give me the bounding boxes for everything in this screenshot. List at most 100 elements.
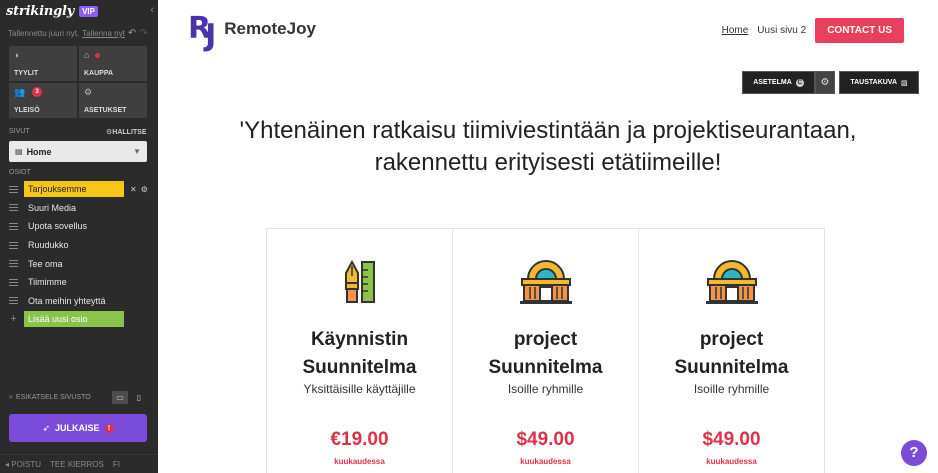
section-label: Ota meihin yhteyttä: [28, 295, 106, 306]
plan-price: $49.00: [702, 429, 761, 450]
layout-label: ASETELMA: [753, 79, 792, 86]
section-item-suuri-media[interactable]: Suuri Media: [9, 199, 154, 218]
plan-name-line-1: Käynnistin: [310, 329, 409, 350]
language-button[interactable]: FI: [113, 460, 120, 469]
headline-line-2: rakennettu erityisesti etätiimeille!: [374, 149, 722, 176]
editor-menu-grid: ◖ TYYLIT ⌂ KAUPPA 👥 3 YLEISÖ ⚙ ASETUKSET: [9, 46, 147, 118]
settings-label: ASETUKSET: [84, 107, 127, 114]
plan-period: kuukaudessa: [706, 457, 757, 466]
section-item-ruudukko[interactable]: Ruudukko: [9, 236, 154, 255]
pages-label: SIVUT: [9, 128, 30, 135]
plus-icon: +: [10, 313, 17, 326]
nav-uusi-sivu-2[interactable]: Uusi sivu 2: [757, 25, 806, 36]
section-label: Tarjouksemme: [24, 181, 124, 198]
close-icon[interactable]: ✕: [130, 185, 137, 194]
sections-label: OSIOT: [9, 169, 31, 176]
drag-handle-icon[interactable]: [9, 185, 18, 193]
section-item-ota-meihin-yhteytta[interactable]: Ota meihin yhteyttä: [9, 292, 154, 311]
store-notification-dot: [95, 53, 100, 58]
section-label: Suuri Media: [28, 202, 77, 213]
exit-label: POISTU: [11, 459, 42, 469]
redo-icon[interactable]: ↷: [139, 28, 147, 39]
plan-name-line-2: Suunnitelma: [302, 357, 417, 378]
shop-icon: ⌂: [84, 50, 90, 60]
pricing-plan[interactable]: Käynnistin Suunnitelma Yksittäisille käy…: [267, 229, 453, 473]
background-image-button[interactable]: TAUSTAKUVA ▨: [839, 71, 919, 94]
audience-tile[interactable]: 👥 3 YLEISÖ: [9, 83, 77, 118]
publish-label: JULKAISE: [55, 423, 100, 433]
section-headline[interactable]: 'Yhtenäinen ratkaisu tiimiviestintään ja…: [158, 115, 938, 179]
contact-us-button[interactable]: CONTACT US: [815, 18, 904, 43]
section-settings-button[interactable]: ⚙: [815, 71, 835, 94]
chevron-down-icon: ▼: [133, 147, 141, 156]
plan-name-line-2: Suunnitelma: [488, 357, 603, 378]
publish-button[interactable]: ➶ JULKAISE !: [9, 414, 147, 442]
styles-tile[interactable]: ◖ TYYLIT: [9, 46, 77, 81]
settings-tile[interactable]: ⚙ ASETUKSET: [79, 83, 147, 118]
plan-name: Käynnistin Suunnitelma: [267, 326, 452, 382]
headline-line-1: 'Yhtenäinen ratkaisu tiimiviestintään ja…: [239, 117, 857, 144]
pricing-table: Käynnistin Suunnitelma Yksittäisille käy…: [266, 228, 825, 473]
exit-button[interactable]: ◂ POISTU: [5, 460, 41, 469]
mobile-preview-icon[interactable]: ▯: [131, 391, 147, 404]
audience-label: YLEISÖ: [14, 107, 40, 114]
pricing-plan[interactable]: project Suunnitelma Isoille ryhmille $49…: [639, 229, 824, 473]
site-nav: Home Uusi sivu 2 CONTACT US: [722, 18, 904, 43]
page-select[interactable]: ▤ Home ▼: [9, 141, 147, 162]
tour-button[interactable]: TEE KIERROS: [50, 460, 104, 469]
layout-button[interactable]: ASETELMA C: [742, 71, 815, 94]
palette-icon: ◖: [14, 50, 20, 60]
drag-handle-icon[interactable]: [9, 260, 18, 268]
pen-ruler-icon: [344, 259, 375, 303]
drag-handle-icon[interactable]: [9, 297, 18, 305]
strikingly-logo[interactable]: strikingly: [6, 4, 74, 19]
plan-description: Isoille ryhmille: [693, 382, 770, 396]
desktop-preview-icon[interactable]: ▭: [112, 391, 128, 404]
gear-icon[interactable]: ⚙: [141, 185, 148, 194]
plan-description: Isoille ryhmille: [507, 382, 584, 396]
save-status: Tallennettu juuri nyt. Tallenna nyt ↶ ↷: [8, 28, 148, 39]
sections-list: Tarjouksemme ✕ ⚙ Suuri Media Upota sovell…: [9, 180, 154, 329]
section-item-tiimimme[interactable]: Tiimimme: [9, 273, 154, 292]
gear-icon: ⚙: [820, 77, 830, 88]
add-section-button[interactable]: + Lisää uusi osio: [9, 310, 154, 329]
manage-pages-button[interactable]: ⚙HALLITSE: [106, 128, 147, 136]
section-label: Tiimimme: [28, 277, 67, 288]
editor-sidebar: strikingly VIP ‹ Tallennettu juuri nyt. …: [0, 0, 158, 473]
site-preview: RJ RemoteJoy Home Uusi sivu 2 CONTACT US…: [158, 0, 938, 473]
manage-label: HALLITSE: [112, 129, 147, 136]
plan-name-line-1: project: [699, 329, 764, 350]
add-section-label: Lisää uusi osio: [24, 311, 124, 328]
plan-period: kuukaudessa: [334, 457, 385, 466]
store-tile[interactable]: ⌂ KAUPPA: [79, 46, 147, 81]
drag-handle-icon[interactable]: [9, 241, 18, 249]
warning-icon: !: [104, 423, 114, 433]
help-button[interactable]: ?: [901, 440, 927, 466]
plan-name-line-1: project: [513, 329, 578, 350]
preview-row: ⌕ ESIKATSELE SIVUSTO ▭ ▯: [9, 391, 147, 404]
drag-handle-icon[interactable]: [9, 278, 18, 286]
section-label: Upota sovellus: [28, 221, 88, 232]
image-icon: ▨: [901, 79, 908, 87]
current-page-value: Home: [26, 146, 52, 157]
save-now-link[interactable]: Tallenna nyt: [82, 29, 125, 38]
styles-label: TYYLIT: [14, 70, 39, 77]
drag-handle-icon[interactable]: [9, 204, 18, 212]
logo-mark: RJ: [188, 12, 216, 53]
preview-site-link[interactable]: ESIKATSELE SIVUSTO: [16, 394, 91, 401]
nav-home[interactable]: Home: [722, 25, 749, 36]
section-item-upota-sovellus[interactable]: Upota sovellus: [9, 217, 154, 236]
section-item-tarjouksemme[interactable]: Tarjouksemme ✕ ⚙: [9, 180, 154, 199]
pricing-plan[interactable]: project Suunnitelma Isoille ryhmille $49…: [453, 229, 639, 473]
vip-badge: VIP: [79, 5, 98, 17]
undo-icon[interactable]: ↶: [128, 28, 136, 39]
plan-name: project Suunnitelma: [639, 326, 824, 382]
section-item-tee-oma[interactable]: Tee oma: [9, 254, 154, 273]
drag-handle-icon[interactable]: [9, 222, 18, 230]
collapse-sidebar-icon[interactable]: ‹: [150, 4, 154, 16]
plan-description: Yksittäisille käyttäjille: [303, 382, 416, 396]
background-label: TAUSTAKUVA: [850, 79, 898, 86]
site-logo[interactable]: RJ RemoteJoy: [188, 12, 316, 53]
editor-footer: ◂ POISTU TEE KIERROS FI: [0, 454, 158, 473]
building-dome-icon: [519, 260, 572, 304]
